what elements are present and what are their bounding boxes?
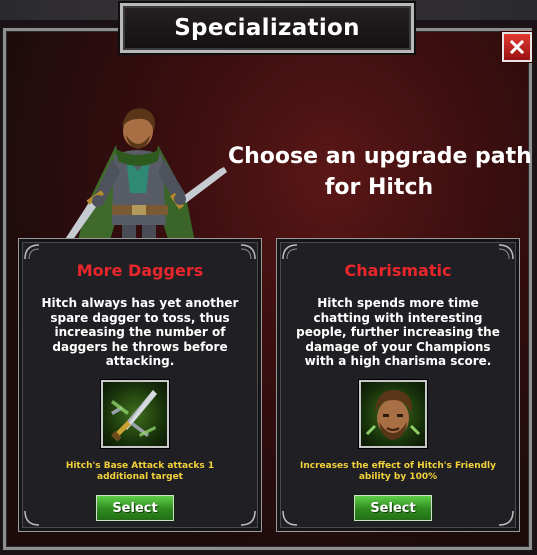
option-card-more-daggers: More Daggers Hitch always has yet anothe… (18, 238, 262, 532)
corner-ornament-icon (282, 244, 298, 260)
corner-ornament-icon (498, 510, 514, 526)
corner-ornament-icon (24, 244, 40, 260)
option-description: Hitch always has yet another spare dagge… (41, 296, 239, 368)
corner-ornament-icon (240, 244, 256, 260)
option-description: Hitch spends more time chatting with int… (296, 296, 500, 368)
option-effect: Hitch's Base Attack attacks 1 additional… (65, 461, 215, 482)
daggers-icon (101, 380, 169, 448)
select-button-more-daggers[interactable]: Select (96, 495, 174, 521)
corner-ornament-icon (498, 244, 514, 260)
option-effect: Increases the effect of Hitch's Friendly… (299, 461, 496, 482)
corner-ornament-icon (282, 510, 298, 526)
dialog-title: Specialization (174, 15, 360, 41)
close-button[interactable] (502, 32, 532, 62)
heading-line-2: for Hitch (324, 175, 434, 200)
option-title: Charismatic (344, 261, 452, 280)
select-button-charismatic[interactable]: Select (354, 495, 432, 521)
dialog-title-plate: Specialization (120, 3, 414, 53)
option-title: More Daggers (76, 261, 204, 280)
corner-ornament-icon (240, 510, 256, 526)
option-card-charismatic: Charismatic Hitch spends more time chatt… (276, 238, 520, 532)
heading-line-1: Choose an upgrade path (228, 144, 532, 169)
upgrade-heading: Choose an upgrade path for Hitch (228, 141, 532, 203)
hitch-portrait-icon (359, 380, 427, 448)
corner-ornament-icon (24, 510, 40, 526)
close-icon (510, 40, 524, 54)
